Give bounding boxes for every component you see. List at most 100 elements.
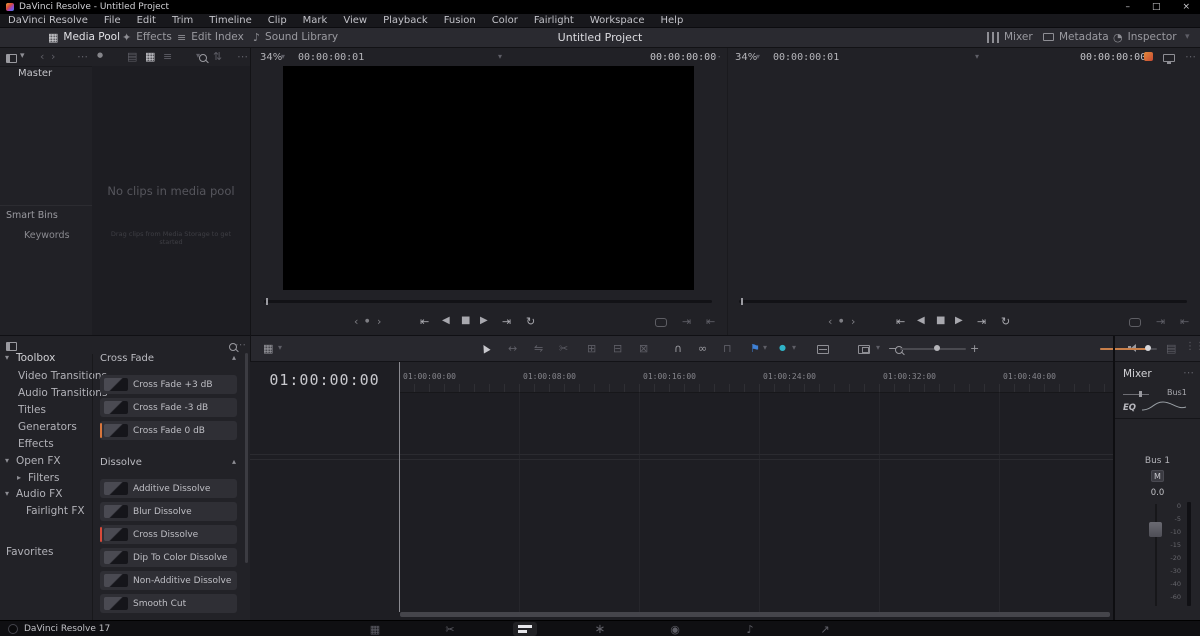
menu-fairlight[interactable]: Fairlight [526, 15, 582, 26]
eq-label[interactable]: EQ [1123, 403, 1136, 413]
source-clip-select-caret-icon[interactable] [498, 53, 502, 61]
transition-item[interactable]: Smooth Cut [100, 594, 237, 613]
timeline-zoom-select[interactable]: 34% [735, 52, 757, 63]
timeline-next-clip-icon[interactable] [851, 316, 855, 327]
timeline-stop-button[interactable] [936, 316, 945, 326]
source-next-clip-icon[interactable] [377, 316, 381, 327]
transition-item[interactable]: Non-Additive Dissolve [100, 571, 237, 590]
menu-workspace[interactable]: Workspace [582, 15, 653, 26]
timeline-jog-bar[interactable] [739, 300, 1187, 303]
source-goto-out-icon[interactable] [682, 316, 691, 327]
flag-caret-icon[interactable] [763, 344, 767, 352]
page-fusion-button[interactable] [588, 622, 612, 636]
position-lock-button[interactable] [723, 343, 732, 354]
menu-trim[interactable]: Trim [164, 15, 201, 26]
close-button[interactable]: × [1182, 2, 1190, 12]
timeline-duration[interactable]: 00:00:00:01 [773, 52, 839, 63]
menu-clip[interactable]: Clip [260, 15, 295, 26]
workspace-layout-caret-icon[interactable] [1185, 33, 1190, 42]
zoom-in-button[interactable] [970, 343, 979, 354]
timeline-loop-range-icon[interactable] [1129, 318, 1141, 327]
search-caret-icon[interactable] [196, 52, 200, 60]
page-edit-button[interactable] [513, 622, 537, 636]
mixer-panel-icon[interactable] [1166, 343, 1176, 354]
transition-item[interactable]: Dip To Color Dissolve [100, 548, 237, 567]
timeline-playhead[interactable] [399, 362, 400, 612]
tree-open-fx[interactable]: Open FX [16, 455, 61, 467]
source-jog-bar[interactable] [264, 300, 712, 303]
inspector-toggle[interactable]: Inspector [1113, 31, 1177, 43]
bin-options-icon[interactable] [77, 51, 88, 62]
overwrite-clip-button[interactable] [613, 343, 622, 354]
bus-mini-fader-icon[interactable] [1123, 390, 1149, 398]
bin-master[interactable]: Master [18, 68, 52, 79]
transition-item[interactable]: Cross Dissolve [100, 525, 237, 544]
source-zoom-caret-icon[interactable] [281, 53, 285, 61]
tree-effects[interactable]: Effects [18, 438, 54, 450]
trim-edit-tool-button[interactable] [508, 343, 517, 354]
fader-gain-value[interactable]: 0.0 [1115, 488, 1200, 498]
filmstrip-view-icon[interactable] [127, 51, 137, 62]
transition-item[interactable]: Additive Dissolve [100, 479, 237, 498]
source-jog-playhead[interactable] [266, 298, 268, 305]
tree-audio-transitions[interactable]: Audio Transitions [18, 387, 107, 399]
source-loop-button[interactable] [526, 316, 535, 327]
tree-generators[interactable]: Generators [18, 421, 77, 433]
transition-item[interactable]: Cross Fade 0 dB [100, 421, 237, 440]
cinema-viewer-icon[interactable] [1163, 54, 1175, 62]
source-play-reverse-button[interactable] [442, 316, 450, 326]
collapse-section-icon[interactable] [232, 354, 236, 362]
chevron-down-icon[interactable] [20, 52, 25, 61]
menu-davinci-resolve[interactable]: DaVinci Resolve [0, 15, 96, 26]
eq-curve-icon[interactable] [1141, 400, 1187, 413]
thumbnail-view-icon[interactable] [145, 51, 155, 62]
source-prev-clip-icon[interactable] [354, 316, 358, 327]
page-deliver-button[interactable] [813, 622, 837, 636]
transition-item[interactable]: Cross Fade -3 dB [100, 398, 237, 417]
mute-button[interactable]: M [1151, 470, 1164, 482]
tree-audio-fx[interactable]: Audio FX [16, 488, 62, 500]
effects-panel-toggle-icon[interactable] [6, 342, 17, 351]
timeline-horizontal-scrollbar[interactable] [400, 612, 1110, 617]
edit-index-toggle[interactable]: Edit Index [177, 31, 244, 43]
smart-bins-header[interactable]: Smart Bins [6, 210, 58, 221]
timeline-select-caret-icon[interactable] [975, 53, 979, 61]
chevron-down-icon[interactable] [5, 457, 9, 465]
smart-bin-keywords[interactable]: Keywords [24, 230, 70, 241]
timeline-goto-out-icon[interactable] [1156, 316, 1165, 327]
timeline-play-button[interactable] [955, 316, 963, 326]
chevron-down-icon[interactable] [5, 490, 9, 498]
media-pool-options-icon[interactable] [237, 51, 248, 62]
minimize-button[interactable]: – [1125, 2, 1130, 12]
tree-filters[interactable]: Filters [28, 472, 59, 484]
grab-still-icon[interactable] [97, 52, 103, 59]
menu-playback[interactable]: Playback [375, 15, 436, 26]
fader-track[interactable] [1155, 504, 1157, 606]
snapping-button[interactable] [674, 343, 682, 354]
tree-toolbox[interactable]: Toolbox [16, 352, 55, 364]
source-timecode[interactable]: 00:00:00:00 [650, 52, 716, 63]
detail-zoom-icon[interactable] [858, 345, 870, 354]
panel-toggle-icon[interactable] [6, 54, 17, 63]
tree-favorites[interactable]: Favorites [6, 546, 53, 558]
zoom-caret-icon[interactable] [876, 344, 880, 352]
effects-options-icon[interactable] [235, 339, 246, 350]
menu-color[interactable]: Color [484, 15, 526, 26]
transition-item[interactable]: Blur Dissolve [100, 502, 237, 521]
timeline-playhead-timecode[interactable]: 01:00:00:00 [250, 371, 399, 389]
page-cut-button[interactable] [438, 622, 462, 636]
menu-fusion[interactable]: Fusion [436, 15, 484, 26]
timeline-goto-first-frame-button[interactable] [896, 316, 905, 327]
selection-tool-button[interactable] [482, 343, 490, 353]
menu-mark[interactable]: Mark [295, 15, 336, 26]
sort-icon[interactable] [213, 51, 222, 62]
timeline-view-caret-icon[interactable] [278, 344, 282, 352]
tree-titles[interactable]: Titles [18, 404, 46, 416]
timeline-timecode[interactable]: 00:00:00:00 [1080, 52, 1146, 63]
forward-icon[interactable] [51, 51, 55, 62]
effects-toggle[interactable]: Effects [122, 31, 172, 43]
source-duration[interactable]: 00:00:00:01 [298, 52, 364, 63]
track-divider[interactable] [250, 459, 1113, 460]
maximize-button[interactable]: □ [1152, 2, 1161, 12]
track-divider[interactable] [250, 454, 1113, 455]
